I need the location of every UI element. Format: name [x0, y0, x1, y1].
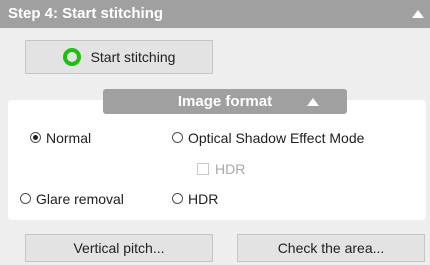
radio-unselected-icon[interactable]: [20, 193, 31, 205]
start-stitching-label: Start stitching: [90, 49, 176, 65]
checkbox-icon[interactable]: [197, 163, 209, 176]
checkbox-hdr-sub[interactable]: HDR: [197, 161, 245, 177]
radio-glare-removal-label: Glare removal: [36, 191, 124, 207]
radio-hdr[interactable]: HDR: [172, 191, 218, 207]
radio-optical-shadow[interactable]: Optical Shadow Effect Mode: [172, 130, 364, 146]
triangle-up-icon[interactable]: [412, 10, 424, 18]
check-area-button[interactable]: Check the area...: [237, 234, 425, 262]
radio-glare-removal[interactable]: Glare removal: [20, 191, 124, 207]
checkbox-hdr-sub-label: HDR: [215, 161, 246, 177]
triangle-up-icon[interactable]: [307, 98, 319, 106]
image-format-title: Image format: [177, 93, 273, 110]
radio-hdr-label: HDR: [188, 191, 219, 207]
radio-unselected-icon[interactable]: [172, 132, 183, 144]
radio-normal[interactable]: Normal: [30, 130, 91, 146]
stitching-panel: Step 4: Start stitching Start stitching …: [0, 0, 430, 265]
radio-selected-icon[interactable]: [30, 132, 41, 144]
step-header[interactable]: Step 4: Start stitching: [0, 0, 430, 28]
radio-optical-shadow-label: Optical Shadow Effect Mode: [188, 130, 365, 146]
start-stitching-button[interactable]: Start stitching: [25, 40, 213, 74]
radio-unselected-icon[interactable]: [172, 193, 183, 205]
radio-normal-label: Normal: [46, 130, 92, 146]
image-format-header[interactable]: Image format: [103, 89, 347, 114]
step-title: Step 4: Start stitching: [8, 5, 164, 22]
green-ring-icon: [62, 47, 81, 66]
vertical-pitch-button[interactable]: Vertical pitch...: [25, 234, 213, 262]
